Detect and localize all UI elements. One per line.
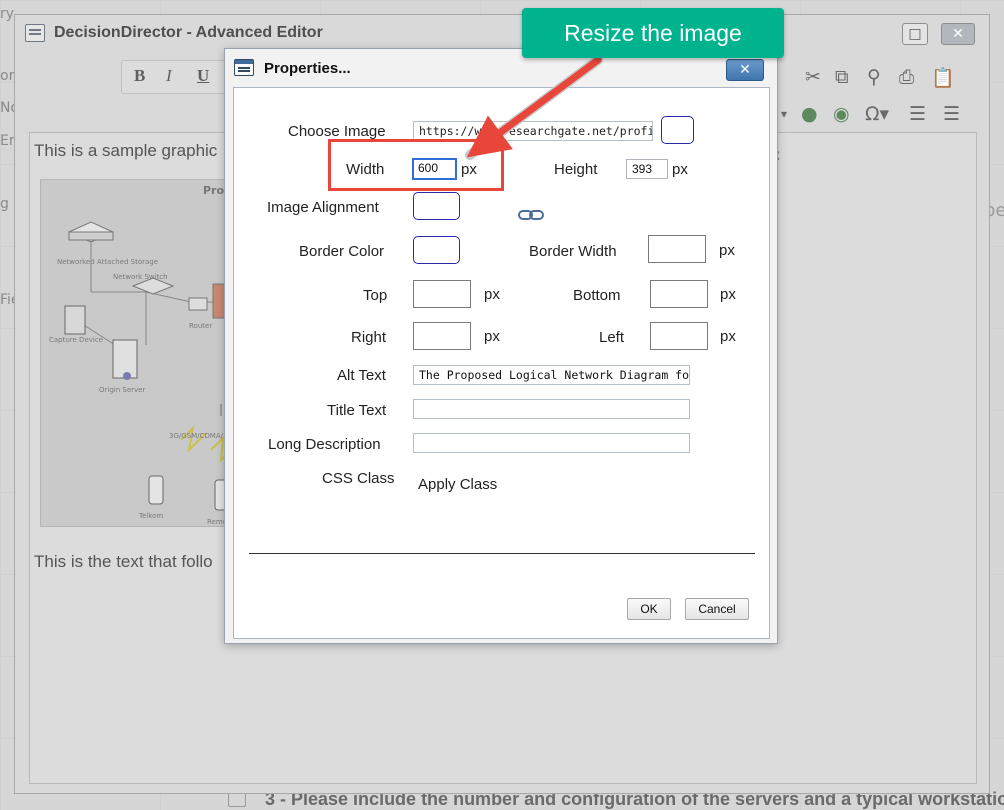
window-icon	[25, 24, 45, 42]
alt-text-label: Alt Text	[337, 367, 386, 384]
underline-button[interactable]: U	[197, 66, 209, 86]
diagram-label: Networked Attached Storage	[57, 258, 159, 266]
diagram-label: Origin Server	[99, 386, 146, 394]
right-input[interactable]	[413, 322, 471, 350]
dropdown-icon[interactable]: ▾	[781, 107, 787, 121]
right-unit: px	[484, 328, 500, 345]
height-label: Height	[554, 161, 598, 178]
border-color-picker[interactable]	[413, 236, 460, 264]
long-description-input[interactable]	[413, 433, 690, 453]
cancel-button[interactable]: Cancel	[685, 598, 749, 620]
diagram-label: Capture Device	[49, 336, 103, 344]
css-class-select[interactable]: Apply Class	[418, 476, 497, 493]
copy-icon[interactable]: ⧉	[835, 66, 849, 88]
title-text-label: Title Text	[327, 402, 387, 419]
diagram-label: Router	[189, 322, 213, 330]
image-alignment-label: Image Alignment	[267, 199, 379, 216]
left-label: Left	[599, 329, 625, 346]
border-width-input[interactable]	[648, 235, 706, 263]
border-width-unit: px	[719, 242, 735, 259]
border-width-label: Border Width	[529, 243, 617, 260]
ok-button[interactable]: OK	[627, 598, 671, 620]
left-unit: px	[720, 328, 736, 345]
bold-button[interactable]: B	[134, 66, 145, 86]
height-unit: px	[672, 161, 688, 178]
border-color-label: Border Color	[299, 243, 385, 260]
aspect-lock-link-icon[interactable]	[518, 208, 544, 222]
bottom-label: Bottom	[573, 287, 621, 304]
content-text-line: This is the text that follo	[34, 552, 213, 571]
insert-toolbar: ▾ ● ◉ Ω▾ ☰ ☰	[779, 99, 979, 129]
dialog-window-icon	[234, 59, 254, 76]
indent-icon[interactable]: ☰	[943, 103, 960, 125]
title-text-input[interactable]	[413, 399, 690, 419]
maximize-button[interactable]: □	[902, 23, 928, 45]
outdent-icon[interactable]: ☰	[909, 103, 926, 125]
resize-callout: Resize the image	[522, 8, 784, 58]
diagram-label: Telkom	[139, 512, 164, 520]
editor-close-button[interactable]: ✕	[941, 23, 975, 45]
insert-link-icon[interactable]: ●	[801, 103, 818, 125]
dialog-close-button[interactable]: ✕	[726, 59, 764, 81]
globe-icon[interactable]: ◉	[833, 103, 850, 125]
choose-image-input[interactable]: https://www.researchgate.net/profile/He	[413, 121, 653, 141]
edit-toolbar: ✂ ⧉ ⚲ ⎙ 📋	[795, 62, 979, 92]
diagram-label: Network Switch	[113, 273, 168, 281]
long-description-label: Long Description	[268, 436, 381, 453]
top-unit: px	[484, 286, 500, 303]
choose-image-label: Choose Image	[288, 123, 386, 140]
content-text-line: This is a sample graphic	[34, 141, 218, 160]
cut-icon[interactable]: ✂	[805, 66, 821, 88]
top-label: Top	[363, 287, 388, 304]
bottom-unit: px	[720, 286, 736, 303]
image-browse-button[interactable]	[661, 116, 694, 144]
left-input[interactable]	[650, 322, 708, 350]
bg-label: ry	[0, 6, 15, 22]
print-icon[interactable]: ⎙	[899, 66, 914, 88]
dialog-separator	[249, 553, 755, 554]
css-class-label: CSS Class	[322, 470, 395, 487]
bottom-input[interactable]	[650, 280, 708, 308]
right-label: Right	[351, 329, 387, 346]
alt-text-input[interactable]: The Proposed Logical Network Diagram for…	[413, 365, 690, 385]
top-input[interactable]	[413, 280, 471, 308]
diagram-label: 3G/GSM/CDMA/	[169, 432, 223, 440]
special-character-icon[interactable]: Ω▾	[865, 103, 889, 125]
dialog-title: Properties...	[264, 60, 351, 77]
image-alignment-picker[interactable]	[413, 192, 460, 220]
height-input[interactable]: 393	[626, 159, 668, 179]
find-icon[interactable]: ⚲	[867, 66, 881, 88]
width-highlight-box	[328, 139, 504, 191]
paste-icon[interactable]: 📋	[931, 66, 955, 89]
editor-title: DecisionDirector - Advanced Editor	[54, 24, 323, 41]
italic-button[interactable]: I	[166, 66, 172, 86]
properties-dialog: Properties... ✕ Choose Image https://www…	[224, 48, 778, 644]
